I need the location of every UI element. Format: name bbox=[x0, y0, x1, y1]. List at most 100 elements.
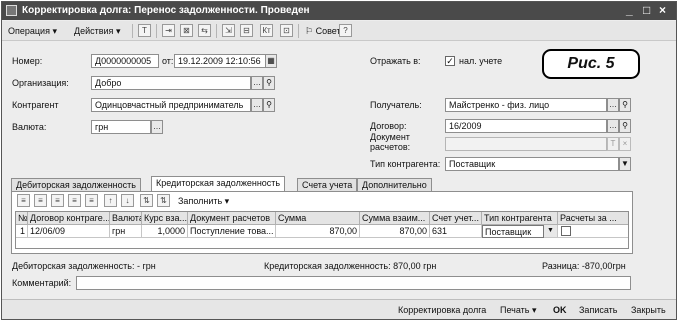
delete-row-icon[interactable]: ≡ bbox=[68, 194, 81, 207]
chevron-down-icon: ▾ bbox=[52, 26, 57, 36]
table-cell[interactable]: 870,00 bbox=[360, 225, 430, 238]
print-menu[interactable]: Печать ▾ bbox=[500, 303, 537, 317]
contract-label: Договор: bbox=[370, 121, 407, 131]
close-window-button[interactable]: × bbox=[659, 3, 666, 17]
fill-button[interactable]: Заполнить ▾ bbox=[178, 194, 229, 208]
number-field[interactable]: Д0000000005 bbox=[91, 54, 159, 68]
main-toolbar: Операция ▾ Действия ▾ T ⇥ ⊠ ⇆ ⇲ ⊟ Кт ⊡ ⚐… bbox=[2, 21, 676, 41]
help-button[interactable]: ? bbox=[339, 24, 352, 37]
calendar-icon[interactable]: ▦ bbox=[265, 54, 277, 68]
receiver-field[interactable]: Майстренко - физ. лицо bbox=[445, 98, 607, 112]
chevron-down-icon[interactable]: ▼ bbox=[544, 225, 558, 238]
end-edit-icon[interactable]: ≡ bbox=[85, 194, 98, 207]
credit-summary: Кредиторская задолженность: 870,00 грн bbox=[264, 261, 437, 271]
debit-summary: Дебиторская задолженность: - грн bbox=[12, 261, 156, 271]
comment-field[interactable] bbox=[76, 276, 631, 290]
table-cell[interactable]: грн bbox=[110, 225, 142, 238]
add-row-icon[interactable]: ≡ bbox=[17, 194, 30, 207]
open-icon[interactable]: ⚲ bbox=[619, 98, 631, 112]
based-on-icon[interactable]: ⇲ bbox=[222, 24, 235, 37]
date-field[interactable]: 19.12.2009 12:10:56 bbox=[174, 54, 266, 68]
contractor-type-cell[interactable]: Поставщик bbox=[482, 225, 544, 238]
select-button[interactable]: … bbox=[251, 98, 263, 112]
column-header[interactable]: Документ расчетов bbox=[188, 212, 276, 225]
column-header[interactable]: Курс вза... bbox=[142, 212, 188, 225]
actions-menu[interactable]: Действия ▾ bbox=[74, 24, 120, 38]
sort-asc-icon[interactable]: ⇅ bbox=[140, 194, 153, 207]
structure-icon[interactable]: T bbox=[138, 24, 151, 37]
date-label: от: bbox=[162, 56, 174, 66]
column-header[interactable]: № bbox=[16, 212, 28, 225]
settlements-checkbox[interactable] bbox=[561, 226, 571, 236]
column-header[interactable]: Валюта bbox=[110, 212, 142, 225]
tab-payables[interactable]: Кредиторская задолженность bbox=[151, 176, 286, 192]
table-cell[interactable]: Поступление това... bbox=[188, 225, 276, 238]
receiver-label: Получатель: bbox=[370, 100, 422, 110]
open-icon[interactable]: ⚲ bbox=[263, 98, 275, 112]
table-cell[interactable]: 870,00 bbox=[276, 225, 360, 238]
select-button[interactable]: … bbox=[607, 98, 619, 112]
table-cell[interactable]: 1 bbox=[16, 225, 28, 238]
ok-button[interactable]: OK bbox=[553, 303, 567, 317]
tab-receivables[interactable]: Дебиторская задолженность bbox=[11, 178, 141, 192]
close-button[interactable]: Закрыть bbox=[631, 303, 666, 317]
toolbar-separator bbox=[132, 24, 133, 38]
post-icon[interactable]: ⇥ bbox=[162, 24, 175, 37]
column-header[interactable]: Расчеты за ... bbox=[558, 212, 628, 225]
column-header[interactable]: Сумма bbox=[276, 212, 360, 225]
clear-icon[interactable]: × bbox=[619, 137, 631, 151]
correction-button[interactable]: Корректировка долга bbox=[398, 303, 486, 317]
chevron-down-icon[interactable]: ▼ bbox=[619, 157, 631, 171]
contractor-type-select[interactable]: Поставщик bbox=[445, 157, 619, 171]
table-cell[interactable]: 12/06/09 bbox=[28, 225, 110, 238]
toolbar-separator bbox=[216, 24, 217, 38]
select-button[interactable]: … bbox=[607, 119, 619, 133]
tax-accounting-label: нал. учете bbox=[459, 56, 503, 66]
move-down-icon[interactable]: ↓ bbox=[121, 194, 134, 207]
difference-summary: Разница: -870,00грн bbox=[542, 261, 626, 271]
movements-icon[interactable]: ⇆ bbox=[198, 24, 211, 37]
contractor-field[interactable]: Одинцовчастный предприниматель bbox=[91, 98, 251, 112]
title-bar: Корректировка долга: Перенос задолженнос… bbox=[2, 2, 676, 20]
maximize-button[interactable]: □ bbox=[643, 3, 650, 17]
minimize-button[interactable]: _ bbox=[626, 3, 633, 17]
tab-additional[interactable]: Дополнительно bbox=[357, 178, 432, 192]
edit-row-icon[interactable]: ≡ bbox=[51, 194, 64, 207]
open-icon[interactable]: ⚲ bbox=[619, 119, 631, 133]
currency-field[interactable]: грн bbox=[91, 120, 151, 134]
report-icon[interactable]: ⊡ bbox=[280, 24, 293, 37]
dt-kt-icon[interactable]: Кт bbox=[260, 24, 273, 37]
select-button[interactable]: … bbox=[151, 120, 163, 134]
settlement-document-field[interactable] bbox=[445, 137, 607, 151]
subordination-icon[interactable]: ⊟ bbox=[240, 24, 253, 37]
tab-accounts[interactable]: Счета учета bbox=[297, 178, 358, 192]
actions-menu-label: Действия bbox=[74, 26, 114, 36]
document-window: Корректировка долга: Перенос задолженнос… bbox=[1, 1, 677, 320]
operation-menu[interactable]: Операция ▾ bbox=[8, 24, 57, 38]
chevron-down-icon: ▾ bbox=[115, 26, 121, 36]
column-header[interactable]: Сумма взаим... bbox=[360, 212, 430, 225]
window-title: Корректировка долга: Перенос задолженнос… bbox=[22, 5, 310, 16]
settlement-document-label: Документ расчетов: bbox=[370, 132, 411, 152]
column-header[interactable]: Счет учет... bbox=[430, 212, 482, 225]
column-header[interactable]: Договор контраге... bbox=[28, 212, 110, 225]
sort-desc-icon[interactable]: ⇅ bbox=[157, 194, 170, 207]
table-cell[interactable] bbox=[558, 225, 628, 238]
tax-accounting-checkbox[interactable]: ✓ bbox=[445, 56, 455, 66]
type-icon[interactable]: T bbox=[607, 137, 619, 151]
contract-field[interactable]: 16/2009 bbox=[445, 119, 607, 133]
unpost-icon[interactable]: ⊠ bbox=[180, 24, 193, 37]
number-label: Номер: bbox=[12, 56, 43, 66]
save-button[interactable]: Записать bbox=[579, 303, 617, 317]
column-header[interactable]: Тип контрагента bbox=[482, 212, 558, 225]
open-icon[interactable]: ⚲ bbox=[263, 76, 275, 90]
currency-label: Валюта: bbox=[12, 122, 47, 132]
move-up-icon[interactable]: ↑ bbox=[104, 194, 117, 207]
organization-field[interactable]: Добро bbox=[91, 76, 251, 90]
select-button[interactable]: … bbox=[251, 76, 263, 90]
copy-row-icon[interactable]: ≡ bbox=[34, 194, 47, 207]
table-cell[interactable]: 631 bbox=[430, 225, 482, 238]
document-icon bbox=[6, 5, 17, 16]
contractor-label: Контрагент bbox=[12, 100, 59, 110]
table-cell[interactable]: 1,0000 bbox=[142, 225, 188, 238]
